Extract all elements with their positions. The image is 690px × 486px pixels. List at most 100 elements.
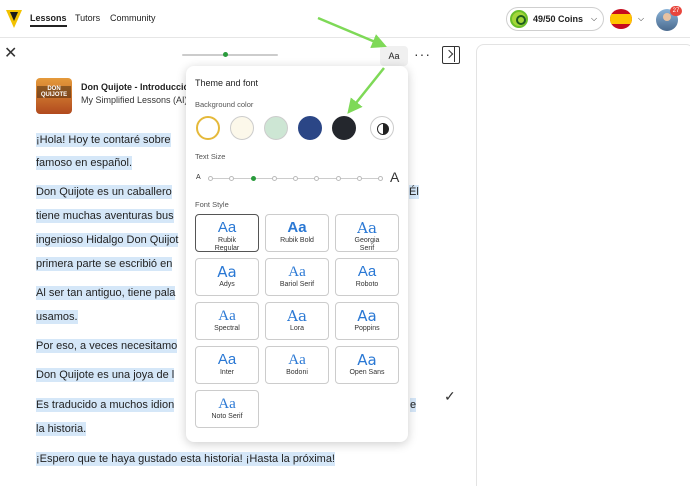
font-name-label: Open Sans	[349, 369, 385, 376]
font-sample: Aa	[357, 263, 377, 280]
font-name-label: Bariol Serif	[279, 281, 315, 288]
text-line[interactable]: ¡Espero que te haya gustado esta histori…	[36, 452, 335, 466]
text-line-fragment[interactable]: Él	[409, 185, 419, 199]
font-sample: Aa	[288, 352, 306, 368]
text-size-step[interactable]	[229, 176, 235, 181]
font-sample: Aa	[287, 307, 307, 325]
coins-button[interactable]: 49/50 Coins ⌵	[506, 7, 604, 31]
font-sample: Aa	[218, 396, 236, 412]
font-sample: Aa	[357, 351, 377, 369]
nav-community[interactable]: Community	[110, 13, 156, 23]
text-line[interactable]: Don Quijote es una joya de l	[36, 368, 175, 382]
font-name-label: Inter	[219, 369, 234, 376]
font-settings-button[interactable]: Aa	[380, 46, 408, 66]
text-line[interactable]: Por eso, a veces necesitamo	[36, 339, 178, 353]
font-option-adys[interactable]: Aa Adys	[195, 258, 259, 296]
font-option-lora[interactable]: Aa Lora	[265, 302, 329, 340]
font-option-rubik-regular[interactable]: Aa Rubik Regular	[195, 214, 259, 252]
font-sample: Aa	[217, 351, 237, 368]
text-line[interactable]: Al ser tan antiguo, tiene pala	[36, 286, 176, 300]
contrast-icon[interactable]	[370, 116, 394, 140]
font-option-spectral[interactable]: Aa Spectral	[195, 302, 259, 340]
font-sample: Aa	[287, 219, 307, 236]
font-option-bodoni[interactable]: Aa Bodoni	[265, 346, 329, 384]
font-option-georgia-serif[interactable]: Aa Georgia Serif	[335, 214, 399, 252]
text-size-step[interactable]	[271, 176, 277, 181]
font-option-inter[interactable]: Aa Inter	[195, 346, 259, 384]
background-swatch-mint[interactable]	[264, 116, 288, 140]
font-option-poppins[interactable]: Aa Poppins	[335, 302, 399, 340]
font-name-label: Noto Serif	[211, 413, 243, 420]
more-options-icon[interactable]: ···	[414, 46, 431, 62]
font-option-bariol-serif[interactable]: Aa Bariol Serif	[265, 258, 329, 296]
font-name-label: Georgia Serif	[354, 237, 380, 252]
reading-progress-bar	[182, 52, 278, 57]
text-size-small-icon[interactable]: A	[196, 174, 201, 181]
checkmark-icon[interactable]: ✓	[444, 388, 456, 405]
font-name-label: Rubik Regular	[214, 237, 240, 252]
font-option-rubik-bold[interactable]: Aa Rubik Bold	[265, 214, 329, 252]
font-sample: Aa	[288, 264, 306, 280]
theme-font-popup: Theme and font Background color Text Siz…	[186, 66, 408, 442]
background-swatch-white[interactable]	[196, 116, 220, 140]
reading-progress-marker	[223, 52, 229, 57]
language-flag-icon[interactable]	[610, 9, 632, 29]
top-nav: Lessons Tutors Community 49/50 Coins ⌵ ⌵…	[0, 0, 690, 38]
text-line[interactable]: ingenioso Hidalgo Don Quijot	[36, 233, 179, 247]
notification-badge: 27	[670, 6, 682, 16]
text-line[interactable]: Es traducido a muchos idion	[36, 398, 175, 412]
font-name-label: Rubik Bold	[280, 237, 314, 244]
nav-lessons[interactable]: Lessons	[30, 13, 67, 27]
text-size-step[interactable]	[293, 176, 298, 181]
font-style-label: Font Style	[195, 200, 229, 209]
side-panel	[476, 44, 690, 486]
font-sample: Aa	[217, 263, 237, 281]
chevron-down-icon: ⌵	[591, 14, 598, 23]
font-option-roboto[interactable]: Aa Roboto	[335, 258, 399, 296]
font-name-label: Spectral	[214, 325, 240, 332]
background-color-label: Background color	[195, 100, 254, 109]
text-size-label: Text Size	[195, 152, 226, 161]
text-size-step[interactable]	[356, 176, 362, 181]
text-size-step[interactable]	[250, 176, 256, 181]
close-icon[interactable]: ✕	[4, 46, 18, 62]
text-size-large-icon[interactable]: A	[390, 169, 399, 185]
font-name-label: Adys	[219, 281, 235, 288]
cover-title: DON QUIJOTE	[37, 86, 71, 98]
text-line[interactable]: la historia.	[36, 422, 87, 436]
font-option-open-sans[interactable]: Aa Open Sans	[335, 346, 399, 384]
text-size-step[interactable]	[208, 176, 213, 181]
background-swatch-navy[interactable]	[298, 116, 322, 140]
text-line[interactable]: ¡Hola! Hoy te contaré sobre	[36, 133, 171, 147]
font-sample: Aa	[217, 219, 237, 236]
coins-label: 49/50 Coins	[533, 14, 584, 24]
logo-icon[interactable]	[4, 8, 24, 30]
side-panel-toggle-icon[interactable]	[442, 46, 460, 64]
font-name-label: Lora	[289, 325, 304, 332]
font-sample: Aa	[357, 219, 377, 237]
chevron-down-icon[interactable]: ⌵	[638, 14, 644, 24]
text-line[interactable]: usamos.	[36, 310, 78, 324]
font-name-label: Roboto	[355, 281, 379, 288]
text-line[interactable]: famoso en español.	[36, 156, 133, 170]
font-sample: Aa	[218, 308, 236, 324]
background-swatch-dark[interactable]	[332, 116, 356, 140]
lesson-cover-image: DON QUIJOTE	[36, 78, 72, 114]
popup-title: Theme and font	[195, 78, 259, 88]
font-name-label: Poppins	[354, 325, 380, 332]
lesson-subtitle: My Simplified Lessons (AI)	[81, 95, 188, 105]
text-size-step[interactable]	[378, 176, 383, 181]
nav-tutors[interactable]: Tutors	[75, 13, 100, 23]
text-line-fragment[interactable]: e	[410, 398, 417, 412]
font-name-label: Bodoni	[286, 369, 308, 376]
text-size-step[interactable]	[335, 176, 341, 181]
text-line[interactable]: Don Quijote es un caballero	[36, 185, 172, 199]
font-option-noto-serif[interactable]: Aa Noto Serif	[195, 390, 259, 428]
coin-icon	[510, 10, 528, 28]
text-line[interactable]: tiene muchas aventuras bus	[36, 209, 174, 223]
background-swatch-cream[interactable]	[230, 116, 254, 140]
text-size-step[interactable]	[314, 176, 320, 181]
font-sample: Aa	[357, 307, 377, 325]
text-line[interactable]: primera parte se escribió en	[36, 257, 173, 271]
text-size-slider[interactable]	[208, 176, 383, 181]
